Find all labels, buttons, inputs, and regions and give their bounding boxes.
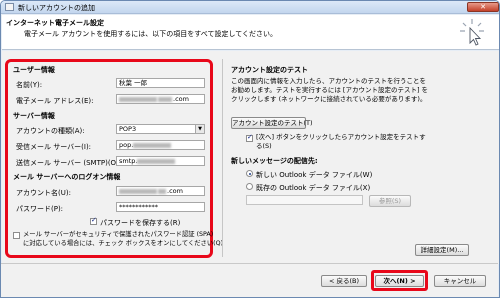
page-title: インターネット電子メール設定 xyxy=(6,19,104,27)
test-account-settings-button[interactable]: アカウント設定のテスト(T) xyxy=(231,117,313,129)
account-test-help: この画面内に情報を入力したら、アカウントのテストを行うことを お勧めします。テス… xyxy=(231,77,428,104)
account-name-suffix: .com xyxy=(167,187,183,195)
incoming-server-field[interactable]: pop. xyxy=(116,140,205,150)
new-pst-label: 新しい Outlook データ ファイル(W) xyxy=(256,171,373,179)
outgoing-server-label: 送信メール サーバー (SMTP)(O): xyxy=(16,159,122,167)
email-label: 電子メール アドレス(E): xyxy=(16,97,94,105)
account-type-label: アカウントの種類(A): xyxy=(16,127,85,135)
existing-pst-path-field[interactable] xyxy=(246,195,363,205)
window-title: 新しいアカウントの追加 xyxy=(18,4,95,12)
name-field[interactable]: 秋葉 一郎 xyxy=(116,78,205,88)
auto-test-label-line2: る(S) xyxy=(256,142,272,150)
spa-label: メール サーバーがセキュリティで保護されたパスワード認証 (SPA) に対応して… xyxy=(23,230,223,248)
save-password-label: パスワードを保存する(R) xyxy=(100,219,181,227)
account-name-field[interactable]: .com xyxy=(116,186,205,196)
account-name-label: アカウント名(U): xyxy=(16,189,71,197)
logon-info-heading: メール サーバーへのログオン情報 xyxy=(13,173,121,181)
spa-checkbox[interactable] xyxy=(13,232,20,239)
outgoing-server-prefix: smtp. xyxy=(119,157,138,165)
save-password-checkbox[interactable] xyxy=(90,216,97,225)
column-divider xyxy=(222,59,223,257)
existing-pst-label: 既存の Outlook データ ファイル(X) xyxy=(256,184,371,192)
user-info-heading: ユーザー情報 xyxy=(13,66,55,74)
back-button[interactable]: < 戻る(B) xyxy=(321,275,367,287)
name-label: 名前(Y): xyxy=(16,81,43,89)
account-test-help-line2: お勧めします。テストを実行するには [アカウント設定のテスト] を xyxy=(231,86,429,94)
outgoing-server-field[interactable]: smtp. xyxy=(116,156,205,166)
account-test-heading: アカウント設定のテスト xyxy=(231,66,308,74)
wizard-cursor-icon xyxy=(460,19,484,46)
auto-test-label: [次へ] ボタンをクリックしたらアカウント設定をテストす る(S) xyxy=(256,133,426,151)
auto-test-label-line1: [次へ] ボタンをクリックしたらアカウント設定をテストす xyxy=(256,133,426,141)
more-settings-button[interactable]: 詳細設定(M)... xyxy=(415,244,469,256)
title-bar[interactable]: 新しいアカウントの追加 ✕ xyxy=(1,1,499,14)
account-test-help-line3: クリックします (ネットワークに接続されている必要があります)。 xyxy=(231,95,427,103)
delivery-location-heading: 新しいメッセージの配信先: xyxy=(231,157,318,165)
password-field[interactable]: ************ xyxy=(116,202,205,212)
new-pst-radio[interactable] xyxy=(246,170,253,177)
password-label: パスワード(P): xyxy=(16,205,64,213)
browse-button[interactable]: 参照(S) xyxy=(369,195,411,207)
account-type-select[interactable]: POP3 ▼ xyxy=(116,124,205,134)
name-value: 秋葉 一郎 xyxy=(119,79,148,87)
mail-account-icon xyxy=(5,3,14,11)
account-test-help-line1: この画面内に情報を入力したら、アカウントのテストを行うことを xyxy=(231,77,426,85)
page-header: インターネット電子メール設定 電子メール アカウントを使用するには、以下の項目を… xyxy=(2,15,499,50)
existing-pst-radio[interactable] xyxy=(246,183,253,190)
auto-test-checkbox[interactable] xyxy=(246,133,253,142)
highlight-frame-next xyxy=(371,270,428,291)
server-info-heading: サーバー情報 xyxy=(13,112,55,120)
account-type-value: POP3 xyxy=(119,125,137,133)
spa-label-line1: メール サーバーがセキュリティで保護されたパスワード認証 (SPA) xyxy=(23,231,214,238)
password-value: ************ xyxy=(119,203,158,211)
incoming-server-prefix: pop. xyxy=(119,141,134,149)
chevron-down-icon[interactable]: ▼ xyxy=(195,125,204,133)
email-field[interactable]: .com xyxy=(116,94,205,104)
spa-label-line2: に対応している場合には、チェック ボックスをオンにしてください(Q) xyxy=(23,240,224,247)
close-button[interactable]: ✕ xyxy=(467,2,499,12)
page-subtitle: 電子メール アカウントを使用するには、以下の項目をすべて設定してください。 xyxy=(24,30,278,38)
cancel-button[interactable]: キャンセル xyxy=(434,275,486,287)
email-suffix: .com xyxy=(173,95,189,103)
incoming-server-label: 受信メール サーバー(I): xyxy=(16,143,92,151)
